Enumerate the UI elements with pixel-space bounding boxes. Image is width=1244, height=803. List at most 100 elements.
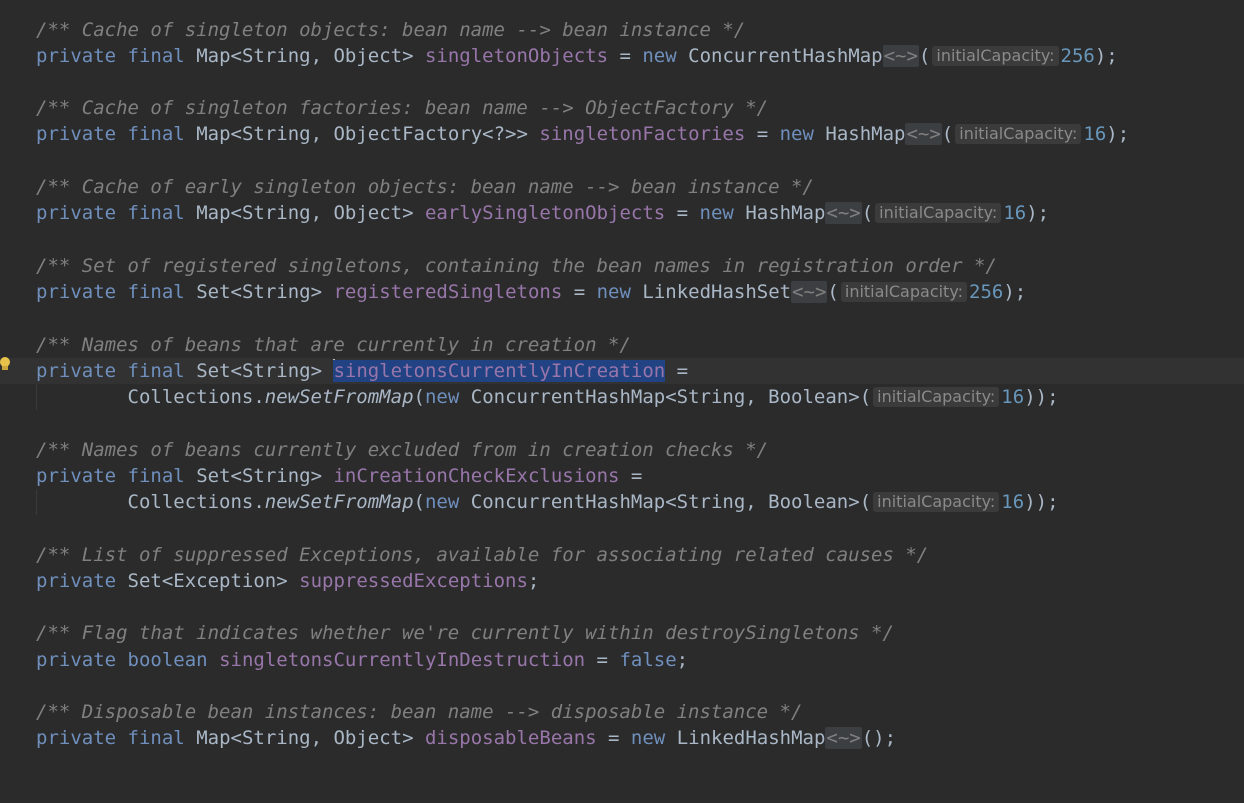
type-name: Map<String, Object> bbox=[196, 45, 414, 67]
keyword: final bbox=[127, 281, 185, 303]
keyword: private bbox=[36, 202, 117, 224]
code-line[interactable]: private final Map<String, Object> earlyS… bbox=[0, 200, 1244, 226]
code-line[interactable]: Collections.newSetFromMap(new Concurrent… bbox=[0, 489, 1244, 515]
keyword: private bbox=[36, 465, 117, 487]
field-name[interactable]: inCreationCheckExclusions bbox=[333, 465, 619, 487]
diamond-fold[interactable]: <~> bbox=[905, 123, 942, 145]
field-name[interactable]: singletonObjects bbox=[425, 45, 608, 67]
diamond-fold[interactable]: <~> bbox=[825, 202, 862, 224]
keyword: final bbox=[127, 727, 185, 749]
doc-comment: /** Names of beans that are currently in… bbox=[36, 334, 631, 356]
doc-comment: /** Names of beans currently excluded fr… bbox=[36, 439, 769, 461]
code-line[interactable]: /** Names of beans that are currently in… bbox=[0, 332, 1244, 358]
lightbulb-base bbox=[2, 366, 8, 370]
code-editor[interactable]: /** Cache of singleton objects: bean nam… bbox=[0, 0, 1244, 756]
keyword: boolean bbox=[127, 649, 208, 671]
number-literal: 256 bbox=[1060, 45, 1095, 67]
keyword: final bbox=[127, 202, 185, 224]
keyword: private bbox=[36, 123, 117, 145]
class-name: Collections. bbox=[127, 386, 265, 408]
code-line-current[interactable]: private final Set<String> singletonsCurr… bbox=[0, 358, 1244, 384]
number-literal: 16 bbox=[1001, 491, 1025, 513]
parameter-hint: initialCapacity: bbox=[840, 282, 968, 302]
field-name[interactable]: singletonsCurrentlyInDestruction bbox=[219, 649, 585, 671]
code-line[interactable]: /** List of suppressed Exceptions, avail… bbox=[0, 542, 1244, 568]
keyword: new bbox=[699, 202, 734, 224]
diamond-fold[interactable]: <~> bbox=[791, 281, 828, 303]
indent-guide bbox=[36, 489, 37, 515]
code-line[interactable]: private final Map<String, Object> single… bbox=[0, 43, 1244, 69]
selected-field-name[interactable]: singletonsCurrentlyInCreation bbox=[333, 360, 666, 382]
code-line[interactable]: Collections.newSetFromMap(new Concurrent… bbox=[0, 384, 1244, 410]
code-line[interactable]: /** Names of beans currently excluded fr… bbox=[0, 437, 1244, 463]
class-name: LinkedHashMap bbox=[676, 727, 826, 749]
diamond-fold[interactable]: <~> bbox=[825, 727, 862, 749]
type-name: Set<String> bbox=[196, 281, 323, 303]
field-name[interactable]: disposableBeans bbox=[425, 727, 597, 749]
field-name[interactable]: earlySingletonObjects bbox=[425, 202, 665, 224]
code-line[interactable]: private boolean singletonsCurrentlyInDes… bbox=[0, 647, 1244, 673]
code-line[interactable]: /** Cache of singleton factories: bean n… bbox=[0, 95, 1244, 121]
class-name: HashMap bbox=[825, 123, 906, 145]
field-name[interactable]: registeredSingletons bbox=[333, 281, 562, 303]
number-literal: 256 bbox=[969, 281, 1004, 303]
keyword: false bbox=[619, 649, 677, 671]
type-name: Set<String> bbox=[196, 465, 323, 487]
code-line[interactable]: /** Set of registered singletons, contai… bbox=[0, 253, 1244, 279]
type-name: Set<Exception> bbox=[127, 570, 288, 592]
class-name: ConcurrentHashMap<String, Boolean> bbox=[470, 386, 860, 408]
lightbulb-icon[interactable] bbox=[0, 357, 10, 371]
keyword: new bbox=[630, 727, 666, 749]
parameter-hint: initialCapacity: bbox=[873, 492, 1000, 512]
keyword: new bbox=[779, 123, 814, 145]
doc-comment: /** Cache of early singleton objects: be… bbox=[36, 176, 814, 198]
parameter-hint: initialCapacity: bbox=[955, 124, 1082, 144]
doc-comment: /** List of suppressed Exceptions, avail… bbox=[36, 544, 929, 566]
class-name: LinkedHashSet bbox=[642, 281, 792, 303]
class-name: ConcurrentHashMap<String, Boolean> bbox=[470, 491, 860, 513]
method-call[interactable]: newSetFromMap bbox=[265, 491, 414, 513]
keyword: private bbox=[36, 45, 117, 67]
field-name[interactable]: suppressedExceptions bbox=[299, 570, 528, 592]
code-line[interactable]: /** Cache of early singleton objects: be… bbox=[0, 174, 1244, 200]
code-line[interactable]: /** Disposable bean instances: bean name… bbox=[0, 699, 1244, 725]
keyword: private bbox=[36, 727, 117, 749]
code-line[interactable]: private final Set<String> registeredSing… bbox=[0, 279, 1244, 305]
diamond-fold[interactable]: <~> bbox=[882, 45, 919, 67]
keyword: new bbox=[424, 386, 460, 408]
doc-comment: /** Cache of singleton factories: bean n… bbox=[36, 97, 769, 119]
class-name: Collections. bbox=[127, 491, 265, 513]
code-line[interactable]: /** Flag that indicates whether we're cu… bbox=[0, 620, 1244, 646]
code-line[interactable]: private final Map<String, Object> dispos… bbox=[0, 725, 1244, 751]
code-line[interactable]: private Set<Exception> suppressedExcepti… bbox=[0, 568, 1244, 594]
code-line[interactable]: /** Cache of singleton objects: bean nam… bbox=[0, 17, 1244, 43]
parameter-hint: initialCapacity: bbox=[932, 46, 1059, 66]
method-call[interactable]: newSetFromMap bbox=[265, 386, 414, 408]
keyword: private bbox=[36, 570, 117, 592]
doc-comment: /** Disposable bean instances: bean name… bbox=[36, 701, 803, 723]
type-name: Map<String, ObjectFactory<?>> bbox=[196, 123, 528, 145]
keyword: new bbox=[596, 281, 631, 303]
type-name: Map<String, Object> bbox=[196, 727, 414, 749]
keyword: final bbox=[127, 45, 185, 67]
code-line[interactable]: private final Set<String> inCreationChec… bbox=[0, 463, 1244, 489]
number-literal: 16 bbox=[1001, 386, 1025, 408]
field-name[interactable]: singletonFactories bbox=[539, 123, 745, 145]
keyword: private bbox=[36, 649, 117, 671]
keyword: new bbox=[642, 45, 677, 67]
keyword: private bbox=[36, 360, 117, 382]
doc-comment: /** Cache of singleton objects: bean nam… bbox=[36, 19, 746, 41]
indent-guide bbox=[36, 384, 37, 410]
keyword: new bbox=[424, 491, 460, 513]
type-name: Set<String> bbox=[196, 360, 323, 382]
keyword: final bbox=[127, 360, 185, 382]
keyword: final bbox=[127, 123, 185, 145]
number-literal: 16 bbox=[1003, 202, 1027, 224]
doc-comment: /** Set of registered singletons, contai… bbox=[36, 255, 997, 277]
code-line[interactable]: private final Map<String, ObjectFactory<… bbox=[0, 121, 1244, 147]
keyword: final bbox=[127, 465, 185, 487]
number-literal: 16 bbox=[1083, 123, 1107, 145]
class-name: HashMap bbox=[745, 202, 826, 224]
keyword: private bbox=[36, 281, 117, 303]
class-name: ConcurrentHashMap bbox=[688, 45, 883, 67]
